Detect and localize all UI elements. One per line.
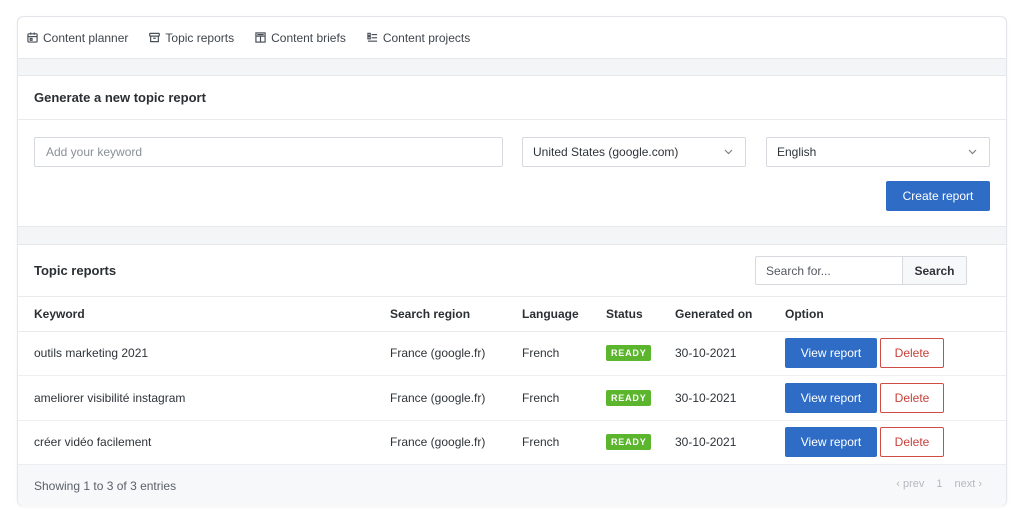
reports-search: Search bbox=[755, 256, 967, 285]
nav-topic-reports[interactable]: Topic reports bbox=[149, 31, 234, 45]
topic-reports-card: Topic reports Search Keyword Search regi… bbox=[18, 244, 1006, 506]
col-search-region[interactable]: Search region bbox=[390, 297, 522, 332]
language-value: English bbox=[777, 145, 817, 159]
search-region-select[interactable]: United States (google.com) bbox=[522, 137, 746, 167]
cell-options: View report Delete bbox=[785, 331, 1006, 376]
cell-options: View report Delete bbox=[785, 420, 1006, 465]
cell-region: France (google.fr) bbox=[390, 420, 522, 465]
chevron-down-icon bbox=[724, 149, 733, 155]
reports-table: Keyword Search region Language Status Ge… bbox=[18, 297, 1006, 465]
cell-status: READY bbox=[606, 420, 675, 465]
cell-language: French bbox=[522, 420, 606, 465]
table-row: créer vidéo facilement France (google.fr… bbox=[18, 420, 1006, 465]
pager-next[interactable]: next › bbox=[954, 478, 982, 490]
view-report-button[interactable]: View report bbox=[785, 427, 877, 458]
cell-keyword: créer vidéo facilement bbox=[18, 420, 390, 465]
reports-search-input[interactable] bbox=[755, 256, 902, 285]
view-report-button[interactable]: View report bbox=[785, 338, 877, 369]
nav-label: Topic reports bbox=[165, 30, 235, 45]
cell-language: French bbox=[522, 331, 606, 376]
top-nav: Content planner Topic reports Content br… bbox=[18, 17, 1006, 59]
list-icon bbox=[367, 32, 377, 42]
pagination: ‹ prev 1 next › bbox=[884, 478, 982, 490]
col-status[interactable]: Status bbox=[606, 297, 675, 332]
col-option: Option bbox=[785, 297, 1006, 332]
cell-status: READY bbox=[606, 331, 675, 376]
table-footer: Showing 1 to 3 of 3 entries ‹ prev 1 nex… bbox=[18, 465, 1006, 506]
cell-region: France (google.fr) bbox=[390, 331, 522, 376]
language-select[interactable]: English bbox=[766, 137, 990, 167]
calendar-icon bbox=[27, 32, 38, 43]
generate-card-title: Generate a new topic report bbox=[18, 76, 1006, 120]
reports-card-header: Topic reports Search bbox=[18, 245, 1006, 297]
status-badge: READY bbox=[606, 389, 651, 406]
nav-content-projects[interactable]: Content projects bbox=[367, 31, 470, 45]
cell-status: READY bbox=[606, 375, 675, 421]
pager-prev[interactable]: ‹ prev bbox=[896, 478, 924, 490]
cell-generated: 30-10-2021 bbox=[675, 331, 785, 376]
nav-content-planner[interactable]: Content planner bbox=[27, 31, 128, 45]
cell-keyword: ameliorer visibilité instagram bbox=[18, 375, 390, 421]
brief-icon bbox=[255, 32, 266, 43]
generate-report-card: Generate a new topic report United State… bbox=[18, 75, 1006, 227]
col-keyword[interactable]: Keyword bbox=[18, 297, 390, 332]
cell-generated: 30-10-2021 bbox=[675, 420, 785, 465]
reports-card-title: Topic reports bbox=[34, 263, 117, 278]
cell-region: France (google.fr) bbox=[390, 375, 522, 421]
chevron-down-icon bbox=[968, 149, 977, 155]
delete-button[interactable]: Delete bbox=[880, 382, 944, 413]
nav-label: Content briefs bbox=[271, 30, 346, 45]
nav-content-briefs[interactable]: Content briefs bbox=[255, 31, 346, 45]
nav-label: Content planner bbox=[43, 30, 129, 45]
table-header-row: Keyword Search region Language Status Ge… bbox=[18, 297, 1006, 332]
delete-button[interactable]: Delete bbox=[880, 338, 944, 369]
pager-page-1[interactable]: 1 bbox=[936, 478, 942, 490]
view-report-button[interactable]: View report bbox=[785, 382, 877, 413]
cell-options: View report Delete bbox=[785, 375, 1006, 421]
create-report-button[interactable]: Create report bbox=[886, 181, 990, 211]
archive-icon bbox=[149, 32, 161, 43]
col-language[interactable]: Language bbox=[522, 297, 606, 332]
delete-button[interactable]: Delete bbox=[880, 427, 944, 458]
col-generated-on[interactable]: Generated on bbox=[675, 297, 785, 332]
nav-label: Content projects bbox=[382, 30, 471, 45]
status-badge: READY bbox=[606, 434, 651, 451]
cell-generated: 30-10-2021 bbox=[675, 375, 785, 421]
app-frame: Content planner Topic reports Content br… bbox=[17, 16, 1007, 506]
status-badge: READY bbox=[606, 345, 651, 362]
table-row: ameliorer visibilité instagram France (g… bbox=[18, 375, 1006, 421]
cell-keyword: outils marketing 2021 bbox=[18, 331, 390, 376]
entries-info: Showing 1 to 3 of 3 entries bbox=[34, 478, 177, 493]
keyword-input[interactable] bbox=[34, 137, 503, 167]
search-region-value: United States (google.com) bbox=[533, 145, 679, 159]
table-row: outils marketing 2021 France (google.fr)… bbox=[18, 331, 1006, 376]
reports-search-button[interactable]: Search bbox=[902, 256, 967, 285]
cell-language: French bbox=[522, 375, 606, 421]
